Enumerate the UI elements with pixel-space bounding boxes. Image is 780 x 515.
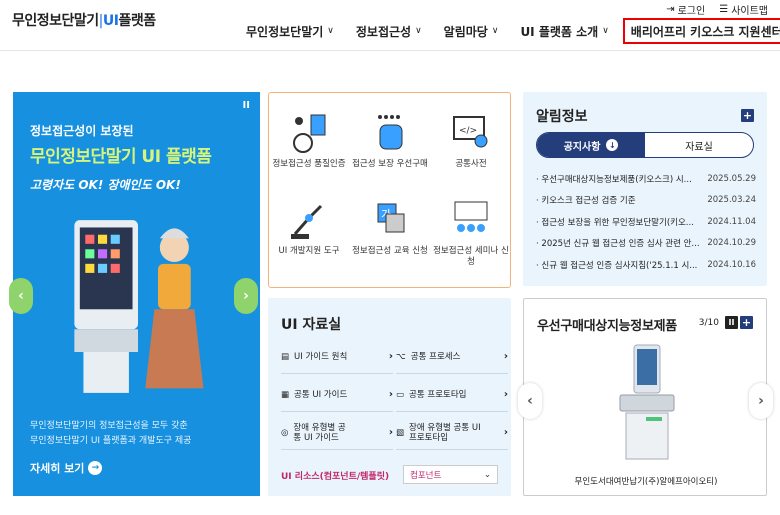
chevron-left-icon: ‹ (18, 288, 24, 304)
chevron-down-icon: ∨ (415, 26, 422, 36)
chevron-right-icon: › (758, 393, 764, 409)
product-next-button[interactable]: › (749, 383, 773, 419)
list-item[interactable]: · 우선구매대상지능정보제품(키오스크) 시... 2025.05.29 (536, 168, 756, 190)
service-panel: 정보접근성 품질인증 접근성 보장 우선구매 </> 공통사전 UI 개발지원 … (268, 92, 511, 288)
tab-notice[interactable]: 공지사항 ↓ (537, 133, 645, 157)
seminar-icon (454, 201, 488, 232)
nav-accessibility[interactable]: 정보접근성 ∨ (348, 18, 430, 44)
tab-data-room[interactable]: 자료실 (645, 133, 753, 157)
product-caption: 무인도서대여반납기(주)알에프아이오티) (574, 477, 718, 487)
disability-prototype-link[interactable]: ▧ 장애 유형별 공통 UI 프로토타입 › (396, 416, 508, 450)
banner-subtitle: 정보접근성이 보장된 (30, 124, 134, 138)
service-education[interactable]: 가 정보접근성 교육 신청 (350, 198, 430, 257)
banner-next-button[interactable]: › (234, 278, 258, 314)
chevron-right-icon: › (388, 388, 393, 400)
list-item[interactable]: · 접근성 보장을 위한 무인정보단말기(키오... 2024.11.04 (536, 211, 756, 233)
chevron-right-icon: › (388, 426, 393, 438)
chevron-down-icon: ∨ (602, 26, 609, 36)
pause-button[interactable]: II (725, 316, 738, 329)
chevron-down-icon: ∨ (327, 26, 334, 36)
notice-more-button[interactable]: + (741, 109, 754, 122)
document-icon: ▤ (281, 351, 290, 362)
wheelchair-icon (293, 114, 326, 153)
chevron-right-icon: › (503, 388, 508, 400)
sitemap-link[interactable]: ☰ 사이트맵 (719, 2, 768, 17)
notice-list: · 우선구매대상지능정보제품(키오스크) 시... 2025.05.29 · 키오… (536, 168, 756, 276)
chevron-right-icon: › (503, 426, 508, 438)
kiosk-product-image (619, 344, 675, 460)
service-seminar[interactable]: 정보접근성 세미나 신청 (431, 198, 511, 268)
hearing-icon: ◎ (281, 427, 289, 438)
notice-title: 알림정보 (536, 109, 588, 125)
utility-nav: ⇥ 로그인 ☰ 사이트맵 (666, 2, 768, 17)
robot-arm-icon (291, 204, 323, 239)
chevron-right-icon: › (503, 350, 508, 362)
arrow-right-icon: → (88, 461, 103, 475)
product-title: 우선구매대상지능정보제품 (537, 319, 677, 334)
common-ui-guide-link[interactable]: ▦ 공통 UI 가이드 › (281, 378, 393, 412)
product-panel: 우선구매대상지능정보제품 3/10 II + 무인도서대여반납기(주)알에프아이… (523, 298, 767, 496)
nav-kiosk[interactable]: 무인정보단말기 ∨ (238, 18, 342, 44)
service-dev-tools[interactable]: UI 개발지원 도구 (269, 198, 349, 257)
arrow-down-icon: ↓ (606, 139, 619, 151)
product-more-button[interactable]: + (740, 316, 753, 329)
banner-title: 무인정보단말기 UI 플랫폼 (30, 147, 212, 167)
product-prev-button[interactable]: ‹ (518, 383, 542, 419)
banner-desc-1: 무인정보단말기의 정보접근성을 모두 갖춘 (30, 421, 188, 431)
chevron-down-icon: ∨ (491, 26, 499, 36)
kiosk-illustration (74, 220, 204, 393)
list-item[interactable]: · 신규 웹 접근성 인증 심사지침('25.1.1 시... 2024.10.1… (536, 254, 756, 276)
layout-icon: ▦ (281, 389, 290, 400)
product-counter: 3/10 (698, 318, 719, 328)
login-icon: ⇥ (666, 4, 675, 15)
header-divider (0, 50, 780, 51)
common-process-link[interactable]: ⌥ 공통 프로세스 › (396, 340, 508, 374)
chevron-down-icon: ⌄ (483, 469, 491, 480)
main-banner: II 정보접근성이 보장된 무인정보단말기 UI 플랫폼 고령자도 OK! 장애… (13, 92, 260, 496)
banner-more-link[interactable]: 자세히 보기 → (30, 460, 103, 476)
prototype-icon: ▭ (396, 389, 405, 400)
resource-label: UI 리소스(컴포넌트/템플릿) (281, 472, 390, 482)
chevron-right-icon: › (388, 350, 393, 362)
site-logo[interactable]: 무인정보단말기|UI플랫폼 (12, 10, 156, 30)
service-quality-cert[interactable]: 정보접근성 품질인증 (269, 111, 349, 170)
notice-tabs: 공지사항 ↓ 자료실 (536, 132, 754, 158)
tool-icon: ▧ (396, 427, 405, 438)
ui-resource-title: UI 자료실 (281, 317, 342, 333)
common-prototype-link[interactable]: ▭ 공통 프로토타입 › (396, 378, 508, 412)
nav-platform-intro[interactable]: UI 플랫폼 소개 ∨ (512, 18, 616, 44)
banner-prev-button[interactable]: ‹ (9, 278, 33, 314)
code-search-icon: </> (453, 116, 488, 148)
nav-notice[interactable]: 알림마당 ∨ (436, 18, 507, 44)
notice-panel: 알림정보 + 공지사항 ↓ 자료실 · 우선구매대상지능정보제품(키오스크) 시.… (523, 92, 767, 286)
global-nav: 무인정보단말기 ∨ 정보접근성 ∨ 알림마당 ∨ UI 플랫폼 소개 ∨ 배리어프리 키… (238, 18, 780, 44)
resource-select[interactable]: 컴포넌트 ⌄ (403, 465, 498, 484)
ui-guide-principle-link[interactable]: ▤ UI 가이드 원칙 › (281, 340, 393, 374)
pause-button[interactable]: II (243, 100, 250, 111)
banner-tagline: 고령자도 OK! 장애인도 OK! (30, 178, 181, 192)
list-item[interactable]: · 키오스크 접근성 검증 기준 2025.03.24 (536, 190, 756, 212)
disability-ui-guide-link[interactable]: ◎ 장애 유형별 공통 UI 가이드 › (281, 416, 393, 450)
login-link[interactable]: ⇥ 로그인 (666, 2, 705, 17)
menu-icon: ☰ (719, 4, 729, 15)
braille-hand-icon (378, 115, 403, 150)
hangul-card-icon: 가 (377, 203, 405, 233)
list-item[interactable]: · 2025년 신규 웹 접근성 인증 심사 관련 안... 2024.10.29 (536, 233, 756, 255)
service-priority-purchase[interactable]: 접근성 보장 우선구매 (350, 111, 430, 170)
ui-resource-panel: UI 자료실 ▤ UI 가이드 원칙 › ⌥ 공통 프로세스 › ▦ 공통 UI 가이드 ›… (268, 298, 511, 496)
service-dictionary[interactable]: </> 공통사전 (431, 111, 511, 170)
chevron-left-icon: ‹ (527, 393, 533, 409)
banner-desc-2: 무인정보단말기 UI 플랫폼과 개발도구 제공 (30, 436, 192, 446)
process-icon: ⌥ (396, 351, 406, 362)
chevron-right-icon: › (243, 288, 249, 304)
svg-text:</>: </> (459, 126, 477, 136)
nav-barrier-free-center[interactable]: 배리어프리 키오스크 지원센터∨ (622, 18, 780, 44)
